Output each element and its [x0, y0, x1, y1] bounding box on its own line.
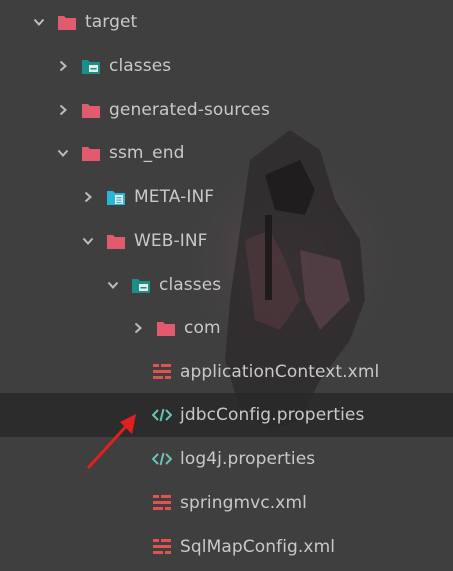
tree-row-classes[interactable]: classes	[0, 44, 453, 88]
tree-item-label: springmvc.xml	[180, 493, 307, 513]
folder-icon	[156, 319, 176, 337]
chevron-down-icon[interactable]	[82, 235, 94, 247]
chevron-right-icon[interactable]	[57, 104, 69, 116]
meta-folder-icon	[106, 188, 126, 206]
chevron-down-icon[interactable]	[107, 279, 119, 291]
tree-item-label: target	[85, 12, 138, 32]
project-tree: target classes generated-sources ssm_end MET…	[0, 0, 453, 571]
tree-row-applicationcontext-xml[interactable]: applicationContext.xml	[0, 350, 453, 394]
tree-row-springmvc-xml[interactable]: springmvc.xml	[0, 481, 453, 525]
tree-item-label: classes	[159, 275, 222, 295]
xml-file-icon	[152, 538, 172, 556]
annotation-arrow	[86, 414, 136, 470]
tree-item-label: log4j.properties	[180, 449, 316, 469]
chevron-right-icon[interactable]	[57, 60, 69, 72]
tree-row-generated-sources[interactable]: generated-sources	[0, 88, 453, 132]
chevron-down-icon[interactable]	[57, 147, 69, 159]
tree-item-label: applicationContext.xml	[180, 362, 380, 382]
output-folder-icon	[131, 276, 151, 294]
tree-row-sqlmapconfig-xml[interactable]: SqlMapConfig.xml	[0, 525, 453, 569]
chevron-right-icon[interactable]	[132, 322, 144, 334]
tree-item-label: SqlMapConfig.xml	[180, 537, 336, 557]
output-folder-icon	[81, 57, 101, 75]
tree-item-label: ssm_end	[109, 143, 185, 163]
tree-row-target[interactable]: target	[0, 0, 453, 44]
xml-file-icon	[152, 363, 172, 381]
tree-item-label: jdbcConfig.properties	[180, 405, 365, 425]
properties-file-icon	[152, 450, 172, 468]
tree-row-log4j-properties[interactable]: log4j.properties	[0, 437, 453, 481]
chevron-right-icon[interactable]	[82, 191, 94, 203]
tree-row-classes[interactable]: classes	[0, 263, 453, 307]
tree-item-label: com	[184, 318, 221, 338]
tree-row-com[interactable]: com	[0, 306, 453, 350]
tree-item-label: META-INF	[134, 187, 215, 207]
chevron-down-icon[interactable]	[33, 16, 45, 28]
xml-file-icon	[152, 494, 172, 512]
folder-icon	[81, 144, 101, 162]
tree-row-web-inf[interactable]: WEB-INF	[0, 219, 453, 263]
tree-row-ssm-end[interactable]: ssm_end	[0, 131, 453, 175]
folder-icon	[81, 101, 101, 119]
folder-icon	[57, 13, 77, 31]
tree-row-meta-inf[interactable]: META-INF	[0, 175, 453, 219]
folder-icon	[106, 232, 126, 250]
properties-file-icon	[152, 406, 172, 424]
tree-item-label: classes	[109, 56, 172, 76]
tree-item-label: WEB-INF	[134, 231, 208, 251]
tree-row-jdbcconfig-properties[interactable]: jdbcConfig.properties	[0, 393, 453, 437]
tree-item-label: generated-sources	[109, 100, 270, 120]
